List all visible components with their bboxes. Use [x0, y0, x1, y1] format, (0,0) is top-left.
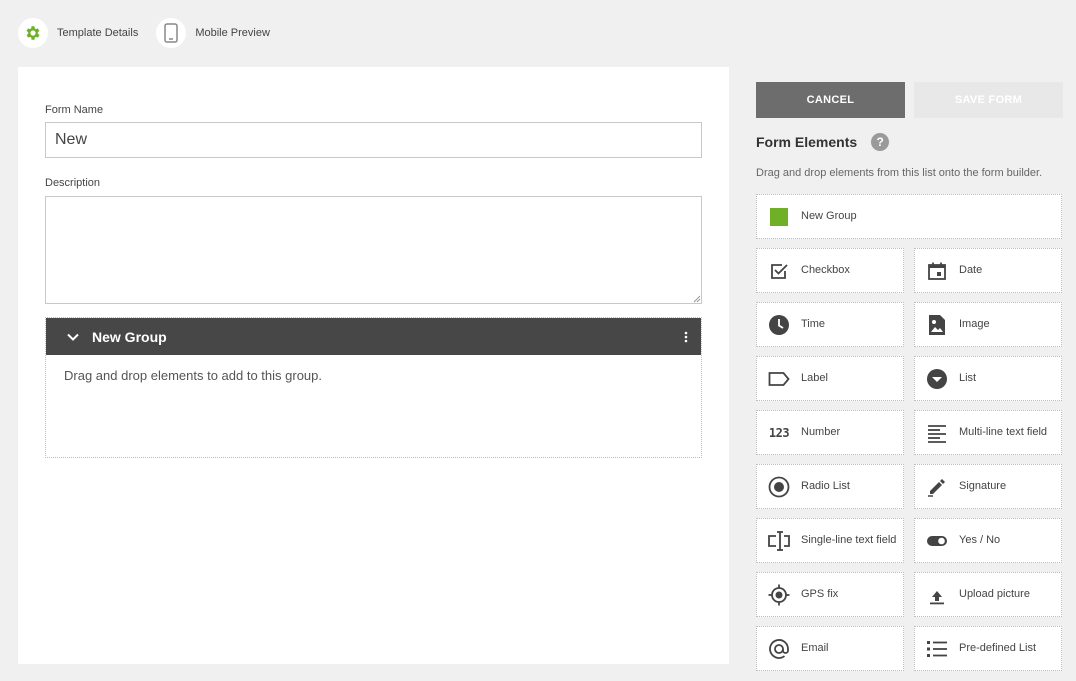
chevron-down-icon[interactable] — [66, 330, 80, 344]
checkbox-icon — [768, 260, 790, 282]
form-elements-description: Drag and drop elements from this list on… — [756, 167, 1043, 179]
element-label: Single-line text field — [801, 534, 897, 546]
bulleted-list-icon — [926, 638, 948, 660]
group-drop-hint: Drag and drop elements to add to this gr… — [64, 368, 322, 383]
element-label: Radio List — [801, 480, 850, 492]
nav-mobile-preview-label: Mobile Preview — [195, 27, 270, 39]
element-label: List — [959, 372, 977, 384]
element-upload-picture[interactable]: Upload picture — [914, 572, 1062, 617]
cancel-button[interactable]: CANCEL — [756, 82, 905, 118]
group-header[interactable]: New Group — [46, 318, 701, 355]
resize-grip-icon[interactable] — [693, 295, 701, 303]
group-container: New Group Drag and drop elements to add … — [45, 317, 702, 458]
element-label-field[interactable]: Label — [756, 356, 904, 401]
element-image[interactable]: Image — [914, 302, 1062, 347]
element-label: Number — [801, 426, 841, 438]
label-tag-icon — [768, 368, 790, 390]
description-textarea[interactable] — [45, 196, 702, 304]
numbers-icon: 123 — [768, 425, 790, 440]
element-yes-no[interactable]: Yes / No — [914, 518, 1062, 563]
upload-icon — [926, 584, 948, 606]
element-multiline[interactable]: Multi-line text field — [914, 410, 1062, 455]
element-label: GPS fix — [801, 588, 839, 600]
form-name-label: Form Name — [45, 104, 104, 116]
element-signature[interactable]: Signature — [914, 464, 1062, 509]
form-builder-panel: Form Name Description New Group Drag and… — [18, 67, 729, 664]
radio-icon — [768, 476, 790, 498]
form-elements-title: Form Elements — [756, 134, 858, 150]
element-single-line[interactable]: Single-line text field — [756, 518, 904, 563]
dropdown-circle-icon — [926, 368, 948, 390]
more-vert-icon[interactable] — [671, 318, 701, 355]
element-label: Date — [959, 264, 983, 276]
description-wrapper — [45, 196, 702, 304]
element-label: Label — [801, 372, 828, 384]
gear-icon — [18, 18, 48, 48]
top-nav: Template Details Mobile Preview — [18, 18, 288, 48]
calendar-icon — [926, 260, 948, 282]
element-label: Pre-defined List — [959, 642, 1037, 654]
nav-template-details-label: Template Details — [57, 27, 139, 39]
element-predefined-list[interactable]: Pre-defined List — [914, 626, 1062, 671]
gps-crosshair-icon — [768, 584, 790, 606]
element-gps-fix[interactable]: GPS fix — [756, 572, 904, 617]
element-label: Checkbox — [801, 264, 850, 276]
text-cursor-icon — [768, 530, 790, 552]
form-name-input[interactable] — [45, 122, 702, 158]
image-icon — [926, 314, 948, 336]
save-form-button[interactable]: SAVE FORM — [914, 82, 1063, 118]
element-time[interactable]: Time — [756, 302, 904, 347]
element-label: Time — [801, 318, 826, 330]
text-lines-icon — [926, 422, 948, 444]
phone-icon — [156, 18, 187, 48]
element-label: Yes / No — [959, 534, 1001, 546]
element-list[interactable]: List — [914, 356, 1062, 401]
green-square-icon — [768, 206, 790, 228]
element-label: Upload picture — [959, 588, 1030, 600]
nav-template-details[interactable]: Template Details — [18, 18, 138, 48]
toggle-icon — [926, 530, 948, 552]
clock-icon — [768, 314, 790, 336]
element-date[interactable]: Date — [914, 248, 1062, 293]
element-radio-list[interactable]: Radio List — [756, 464, 904, 509]
at-sign-icon — [768, 638, 790, 660]
element-label: Signature — [959, 480, 1007, 492]
element-checkbox[interactable]: Checkbox — [756, 248, 904, 293]
element-label: Image — [959, 318, 990, 330]
nav-mobile-preview[interactable]: Mobile Preview — [156, 18, 270, 48]
form-elements-header: Form Elements ? — [756, 133, 890, 151]
description-label: Description — [45, 177, 101, 189]
element-label: Email — [801, 642, 829, 654]
help-icon[interactable]: ? — [871, 133, 890, 151]
group-title: New Group — [92, 328, 167, 345]
element-new-group[interactable]: New Group — [756, 194, 1062, 239]
pen-icon — [926, 476, 948, 498]
element-label: New Group — [801, 210, 857, 222]
element-label: Multi-line text field — [959, 426, 1048, 438]
element-email[interactable]: Email — [756, 626, 904, 671]
element-number[interactable]: 123 Number — [756, 410, 904, 455]
